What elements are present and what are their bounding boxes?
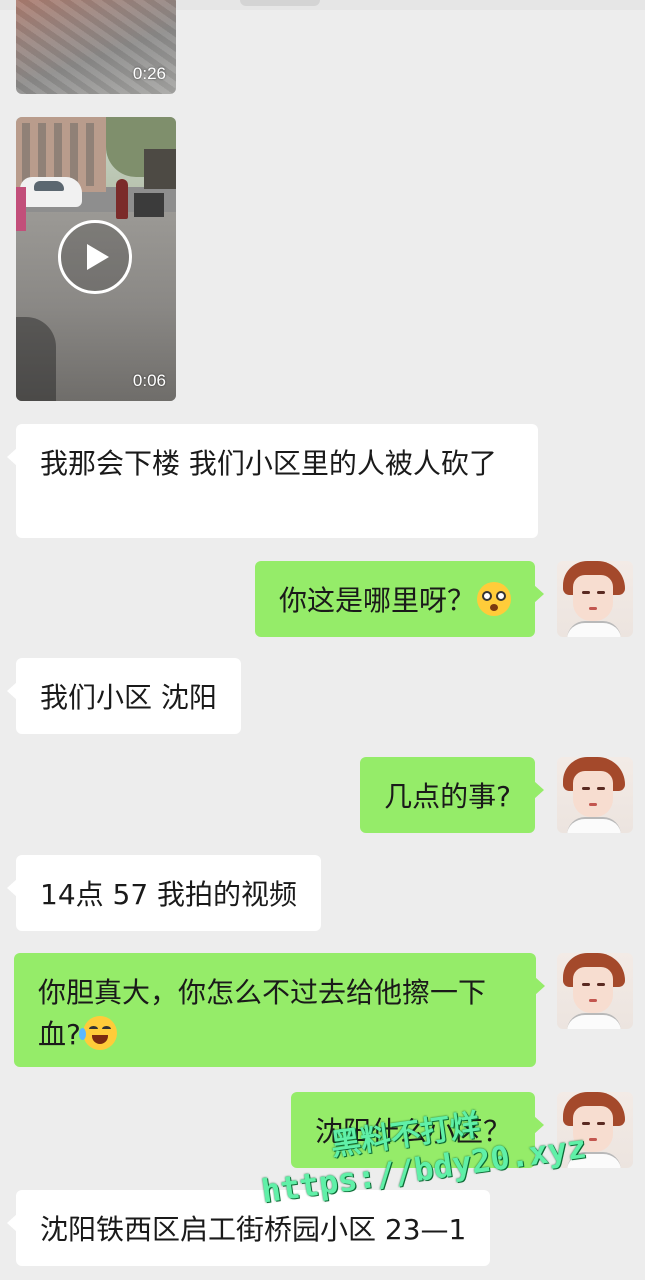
play-icon[interactable] — [58, 220, 132, 294]
video-duration: 0:06 — [132, 371, 166, 390]
avatar[interactable] — [557, 953, 633, 1029]
message-text: 14点 57 我拍的视频 — [40, 878, 298, 911]
video-duration: 0:26 — [132, 64, 166, 83]
video-message-1[interactable]: 0:26 — [16, 0, 176, 94]
incoming-message[interactable]: 我们小区 沈阳 — [7, 658, 241, 734]
avatar[interactable] — [557, 757, 633, 833]
message-text: 沈阳铁西区启工街桥园小区 23—1 — [40, 1213, 467, 1246]
avatar[interactable] — [557, 561, 633, 637]
message-text: 我那会下楼 我们小区里的人被人砍了 — [40, 447, 497, 480]
tears-of-joy-icon — [78, 1016, 117, 1050]
video-message-2[interactable]: 0:06 — [16, 117, 176, 401]
outgoing-message[interactable]: 你这是哪里呀？ — [254, 561, 545, 637]
incoming-message[interactable]: 14点 57 我拍的视频 — [6, 855, 322, 931]
outgoing-message[interactable]: 几点的事? — [360, 757, 544, 833]
message-text: 几点的事? — [384, 780, 511, 813]
incoming-message[interactable]: 我那会下楼 我们小区里的人被人砍了 — [7, 424, 538, 538]
message-text: 你这是哪里呀？ — [278, 584, 475, 617]
incoming-message[interactable]: 沈阳铁西区启工街桥园小区 23—1 — [6, 1190, 491, 1266]
outgoing-message[interactable]: 你胆真大，你怎么不过去给他擦一下血? — [14, 953, 545, 1067]
message-text: 我们小区 沈阳 — [40, 681, 217, 714]
astonished-face-icon — [477, 582, 511, 616]
